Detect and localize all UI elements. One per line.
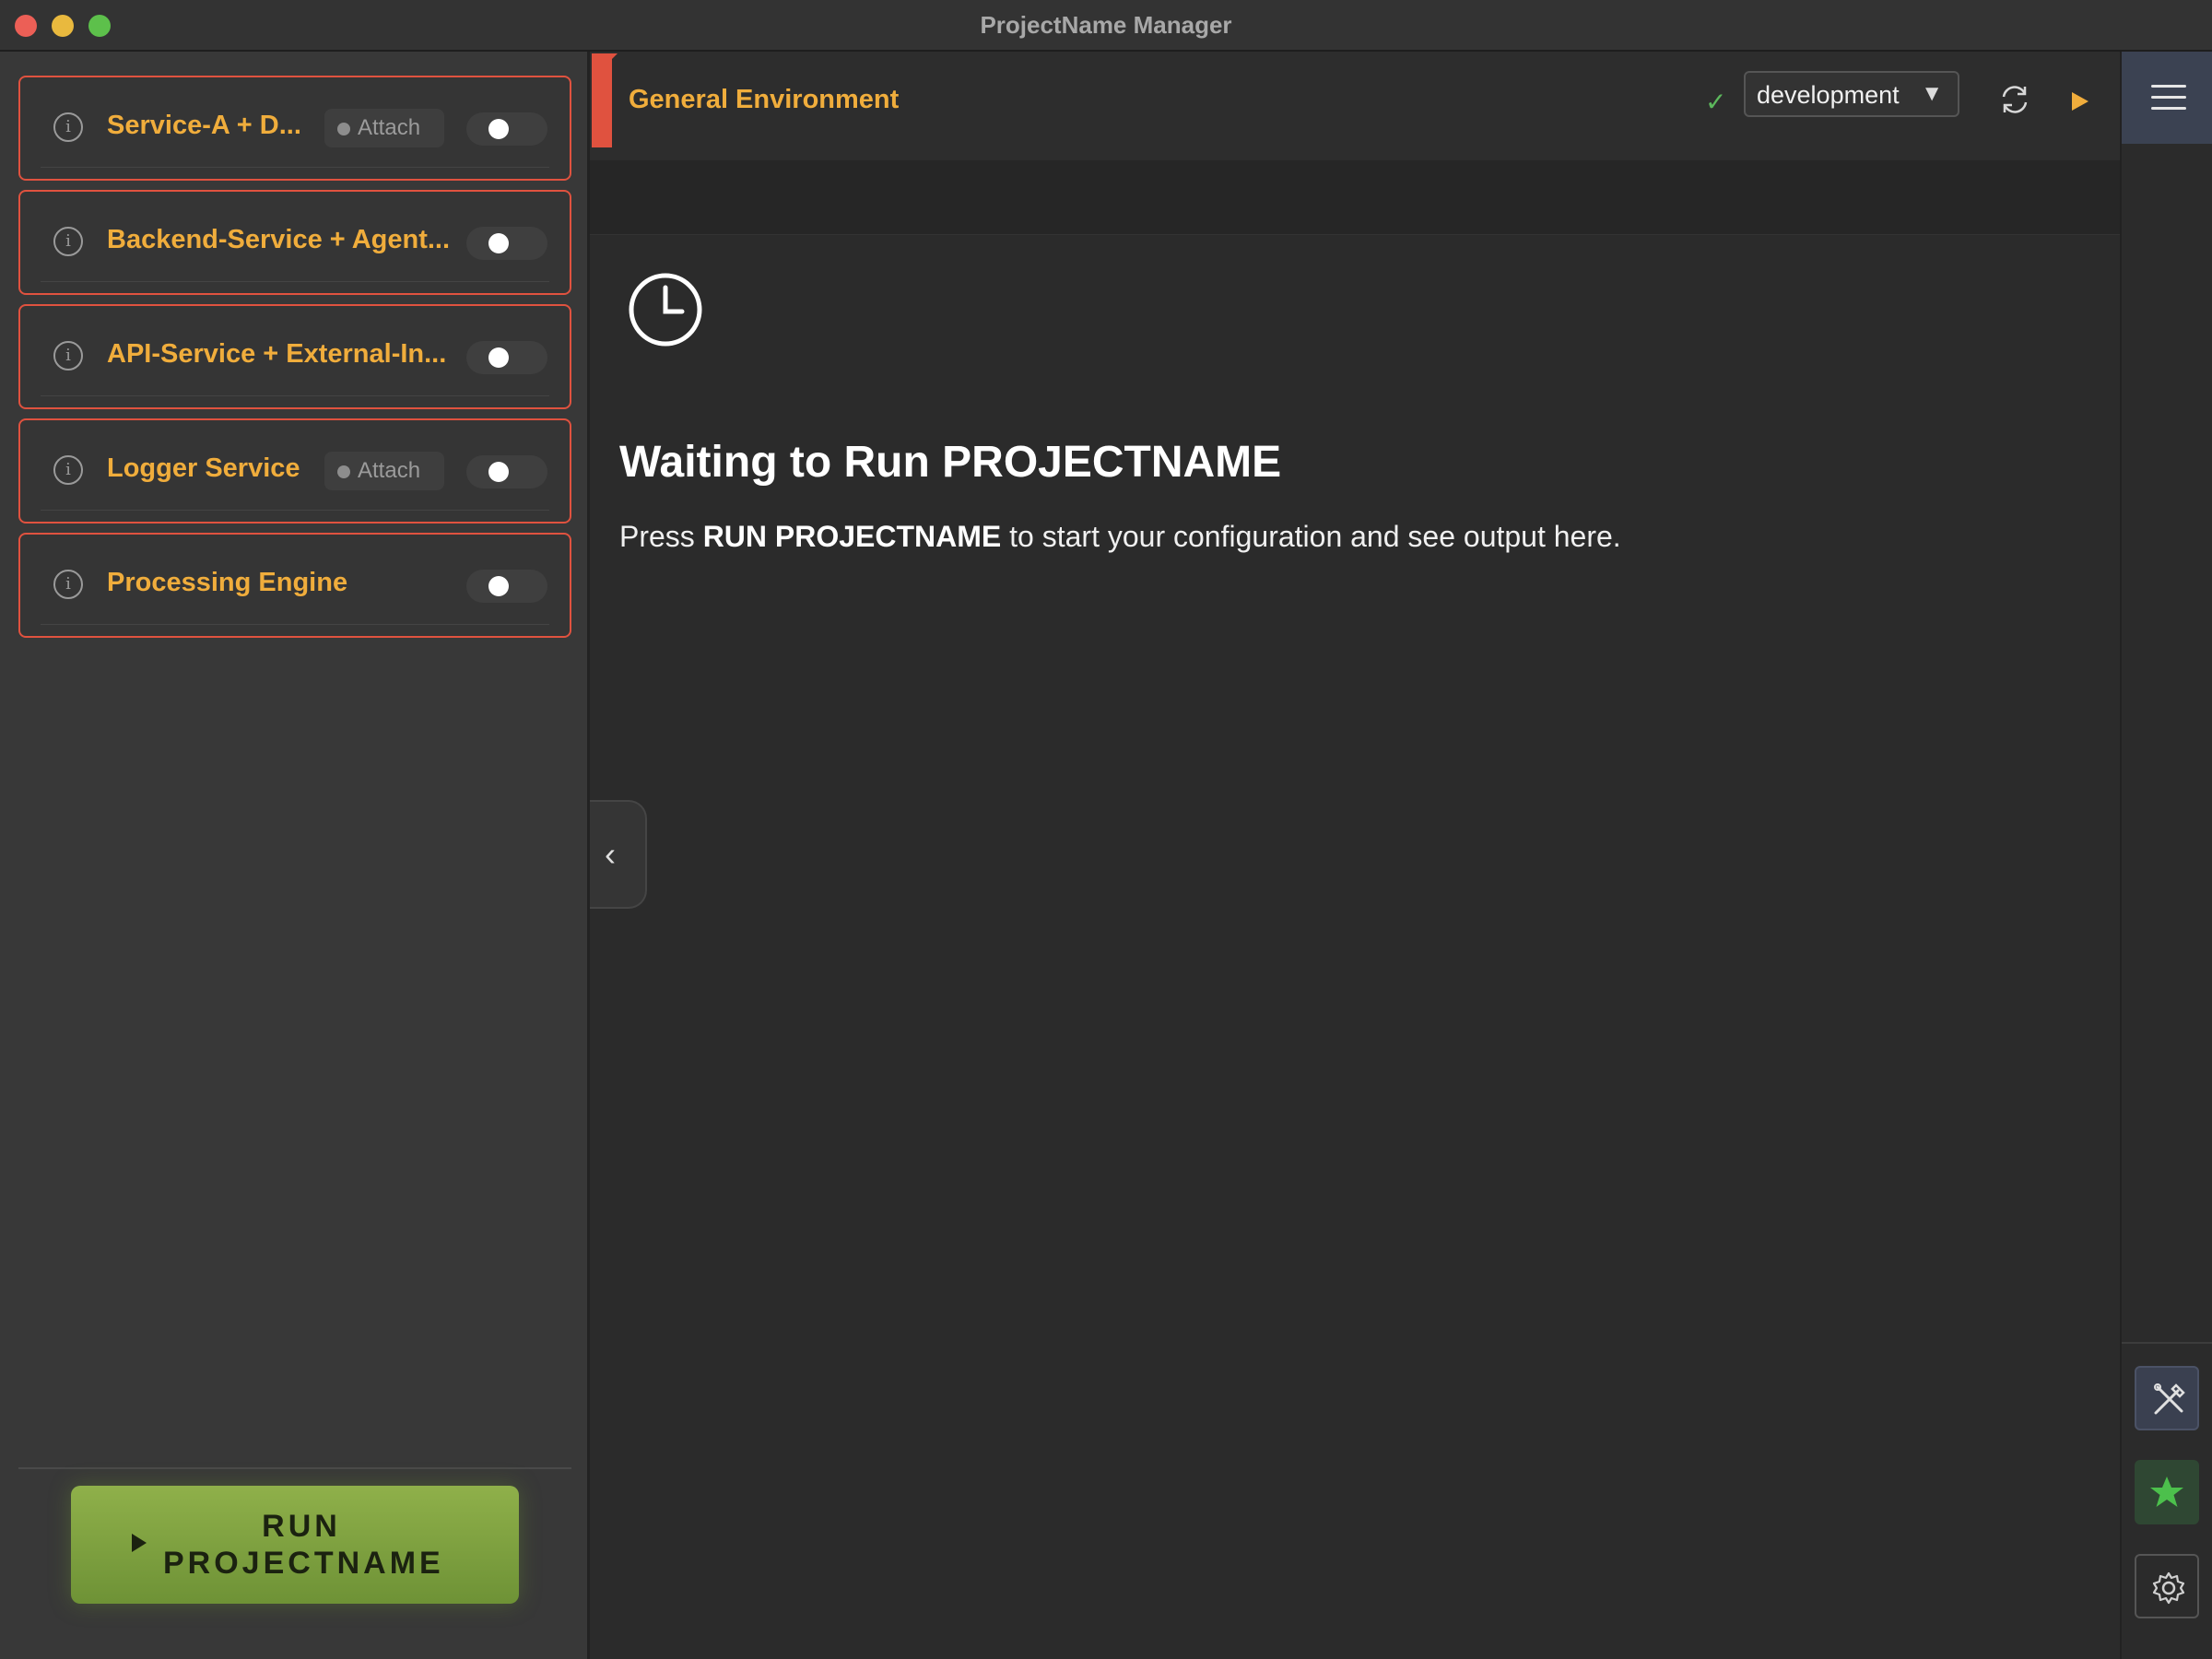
run-button-label: RUN PROJECTNAME <box>163 1508 444 1582</box>
right-rail <box>2120 52 2212 1659</box>
toggle-knob <box>488 233 509 253</box>
info-icon[interactable]: i <box>53 341 83 371</box>
refresh-icon[interactable] <box>1996 81 2033 118</box>
environment-header: General Environment ✓ development ▼ <box>590 52 2120 160</box>
menu-line <box>2151 96 2186 99</box>
services-sidebar: i Service-A + D... Attach i Backend-Serv… <box>0 52 590 1659</box>
service-toggle[interactable] <box>466 341 547 374</box>
output-toolbar <box>590 160 2120 235</box>
environment-accent-bar <box>592 53 618 147</box>
attach-label: Attach <box>358 115 421 140</box>
info-icon[interactable]: i <box>53 570 83 599</box>
service-name: Service-A + D... <box>107 111 301 140</box>
gear-icon <box>2152 1571 2185 1605</box>
service-card[interactable]: i Logger Service Attach <box>18 418 571 524</box>
service-name: Processing Engine <box>107 568 348 597</box>
menu-line <box>2151 85 2186 88</box>
collapse-sidebar-button[interactable]: ‹ <box>590 800 647 909</box>
hamburger-menu-button[interactable] <box>2122 52 2212 144</box>
sidebar-divider <box>18 1467 571 1469</box>
rail-divider <box>2122 1342 2212 1344</box>
play-icon <box>132 1534 147 1552</box>
run-label-line2: PROJECTNAME <box>163 1546 444 1581</box>
attach-status-dot <box>337 465 350 478</box>
menu-line <box>2151 107 2186 110</box>
attach-status-dot <box>337 123 350 135</box>
settings-button[interactable] <box>2135 1554 2199 1618</box>
star-icon <box>2150 1477 2183 1507</box>
attach-label: Attach <box>358 458 421 483</box>
card-divider <box>41 624 549 625</box>
window-title: ProjectName Manager <box>980 11 1232 39</box>
service-toggle[interactable] <box>466 570 547 603</box>
attach-button[interactable]: Attach <box>324 452 444 490</box>
service-toggle[interactable] <box>466 227 547 260</box>
favorites-button[interactable] <box>2135 1460 2199 1524</box>
service-name: API-Service + External-In... <box>107 339 447 369</box>
service-name: Logger Service <box>107 453 300 483</box>
title-bar: ProjectName Manager <box>0 0 2212 52</box>
attach-button[interactable]: Attach <box>324 109 444 147</box>
toggle-knob <box>488 462 509 482</box>
service-card[interactable]: i Service-A + D... Attach <box>18 76 571 181</box>
checkmark-icon: ✓ <box>1705 88 1727 116</box>
card-divider <box>41 510 549 511</box>
toggle-knob <box>488 576 509 596</box>
info-icon[interactable]: i <box>53 227 83 256</box>
environment-select-value: development <box>1757 81 1900 109</box>
toggle-knob <box>488 347 509 368</box>
desc-prefix: Press <box>619 520 703 553</box>
info-icon[interactable]: i <box>53 455 83 485</box>
service-toggle[interactable] <box>466 455 547 488</box>
service-name: Backend-Service + Agent... <box>107 225 451 254</box>
caret-down-icon: ▼ <box>1921 81 1943 106</box>
environment-select[interactable]: development ▼ <box>1744 71 1959 117</box>
desc-bold: RUN PROJECTNAME <box>702 520 1002 553</box>
info-icon[interactable]: i <box>53 112 83 142</box>
environment-title: General Environment <box>629 85 900 114</box>
card-divider <box>41 167 549 168</box>
status-title: Waiting to Run PROJECTNAME <box>619 438 1282 487</box>
run-label-line1: RUN <box>262 1509 341 1544</box>
service-card[interactable]: i API-Service + External-In... <box>18 304 571 409</box>
service-toggle[interactable] <box>466 112 547 146</box>
service-card[interactable]: i Backend-Service + Agent... <box>18 190 571 295</box>
tools-button[interactable] <box>2135 1366 2199 1430</box>
toggle-knob <box>488 119 509 139</box>
card-divider <box>41 395 549 396</box>
desc-suffix: to start your configuration and see outp… <box>1001 520 1621 553</box>
chevron-left-icon: ‹ <box>605 835 616 873</box>
tools-icon <box>2154 1383 2185 1415</box>
clock-icon <box>627 271 704 348</box>
play-icon[interactable] <box>2072 92 2088 111</box>
card-divider <box>41 281 549 282</box>
run-projectname-button[interactable]: RUN PROJECTNAME <box>71 1486 519 1604</box>
main-panel: General Environment ✓ development ▼ Wait… <box>590 52 2120 1659</box>
service-card[interactable]: i Processing Engine <box>18 533 571 638</box>
status-description: Press RUN PROJECTNAME to start your conf… <box>619 520 1621 554</box>
